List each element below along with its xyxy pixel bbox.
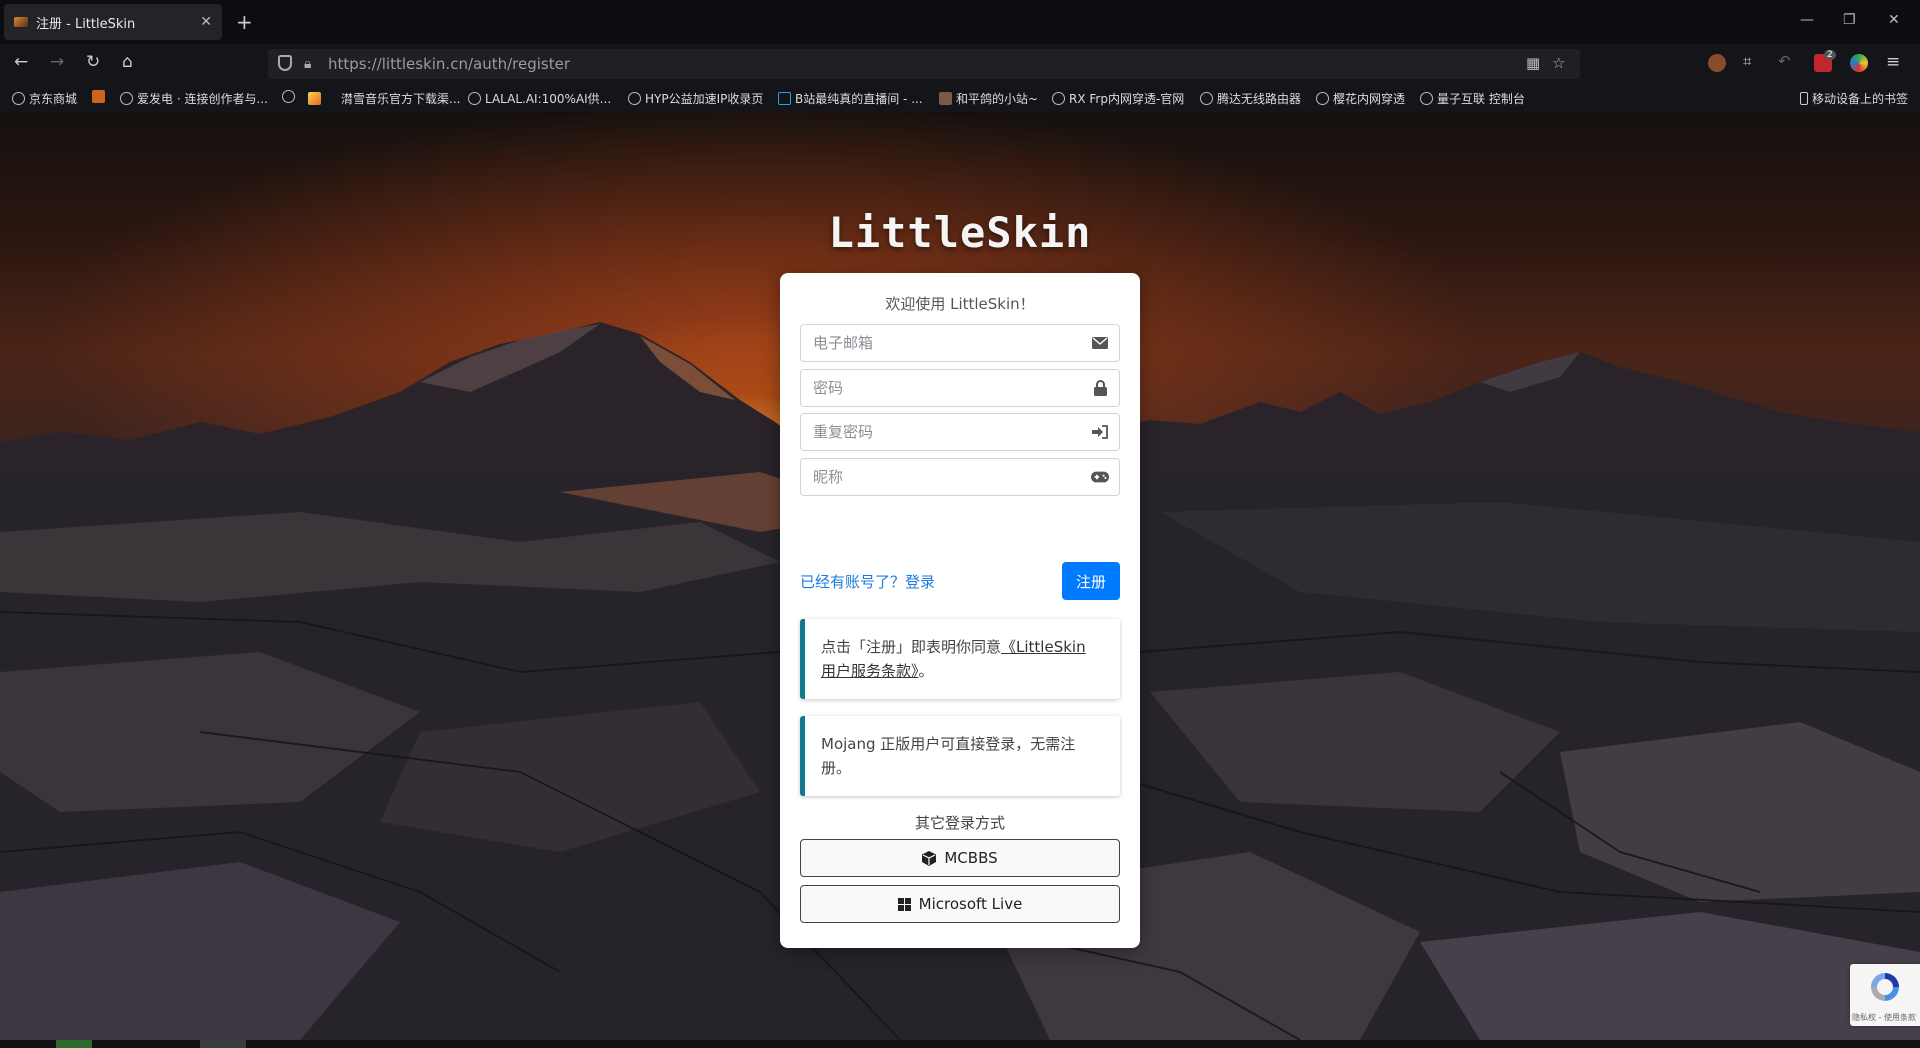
taskbar-app[interactable] [200,1040,246,1048]
recaptcha-logo-icon [1868,970,1902,1008]
mojang-notice-callout: Mojang 正版用户可直接登录，无需注册。 [800,716,1120,796]
terms-suffix: 。 [918,662,934,680]
mcbbs-label: MCBBS [944,849,998,867]
bookmark-item[interactable]: HYP公益加速IP收录页 [628,90,763,107]
home-icon[interactable]: ⌂ [122,52,133,72]
password-field[interactable] [800,369,1120,407]
image-icon [308,92,321,105]
nickname-input[interactable] [801,459,1071,495]
windows-icon [897,897,911,911]
back-icon[interactable]: ← [14,52,28,72]
confirm-password-input[interactable] [801,414,1071,450]
reload-icon[interactable]: ↻ [86,52,100,72]
os-taskbar [0,1040,1920,1048]
tab-strip: 注册 - LittleSkin ✕ + — ❐ ✕ [0,0,1920,44]
confirm-password-field[interactable] [800,413,1120,451]
taskbar-app[interactable] [56,1040,92,1048]
extension-avatar-icon[interactable] [1708,54,1726,72]
mcbbs-login-button[interactable]: MCBBS [800,839,1120,877]
other-login-title: 其它登录方式 [914,814,1005,832]
tab-active[interactable]: 注册 - LittleSkin ✕ [4,4,222,40]
password-input[interactable] [801,370,1071,406]
globe-icon [120,92,133,105]
envelope-icon [1091,334,1109,352]
mobile-bookmarks[interactable]: 移动设备上的书签 [1799,90,1908,107]
bookmark-item[interactable]: 潸雪音乐官方下载渠... [308,90,460,107]
nickname-field[interactable] [800,458,1120,496]
recaptcha-badge[interactable]: 隐私权 - 使用条款 [1850,964,1920,1026]
new-tab-button[interactable]: + [236,10,253,34]
bookmark-item[interactable]: 腾达无线路由器 [1200,90,1301,107]
login-link[interactable]: 已经有账号了？登录 [800,571,935,592]
navigation-toolbar: ← → ↻ ⌂ 🔒︎ https://littleskin.cn/auth/re… [0,44,1920,84]
lock-icon [1091,379,1109,397]
email-field[interactable] [800,324,1120,362]
globe-icon [1200,92,1213,105]
close-window-icon[interactable]: ✕ [1888,12,1900,28]
tracking-shield-icon[interactable] [278,55,292,71]
sign-in-icon [1091,423,1109,441]
bookmark-item[interactable]: 樱花内网穿透 [1316,90,1405,107]
bilibili-icon [778,92,791,105]
tab-title: 注册 - LittleSkin [36,16,136,32]
bookmark-item[interactable]: 爱发电 · 连接创作者与... [120,90,268,107]
bookmark-item[interactable] [92,90,109,103]
bookmark-item[interactable]: B站最纯真的直播间 - ... [778,90,923,107]
site-brand-title: LittleSkin [828,208,1092,257]
df-favicon-icon [92,90,105,103]
terms-callout: 点击「注册」即表明你同意《LittleSkin 用户服务条款》。 [800,619,1120,699]
undo-icon[interactable]: ↶ [1778,52,1791,70]
site-favicon-icon [14,17,28,27]
extension-badge-count: 2 [1824,50,1836,60]
bookmark-item[interactable]: LALAL.AI:100%AI供... [468,90,611,107]
color-extension-icon[interactable] [1850,54,1868,72]
globe-icon [628,92,641,105]
bookmark-item[interactable]: 量子互联 控制台 [1420,90,1525,107]
microsoft-label: Microsoft Live [918,895,1023,913]
register-button[interactable]: 注册 [1062,562,1120,600]
recaptcha-footer[interactable]: 隐私权 - 使用条款 [1852,1012,1916,1023]
bookmark-item[interactable]: RX Frp内网穿透-官网 [1052,90,1184,107]
globe-icon [1316,92,1329,105]
restore-icon[interactable]: ❐ [1843,12,1856,28]
qr-code-icon[interactable]: ▦ [1526,54,1540,72]
mojang-notice-text: Mojang 正版用户可直接登录，无需注册。 [821,735,1076,777]
crop-icon[interactable]: ⌗ [1743,52,1751,70]
welcome-message: 欢迎使用 LittleSkin！ [885,295,1035,313]
terms-text: 点击「注册」即表明你同意 [821,638,1002,656]
bookmarks-bar: 京东商城 爱发电 · 连接创作者与... 潸雪音乐官方下载渠... LALAL.… [0,84,1920,112]
image-icon [939,92,952,105]
url-text[interactable]: https://littleskin.cn/auth/register [328,55,570,73]
globe-icon [1052,92,1065,105]
close-tab-icon[interactable]: ✕ [200,14,212,30]
email-input[interactable] [801,325,1071,361]
cube-icon [922,850,937,866]
forward-icon[interactable]: → [50,52,64,72]
globe-icon [468,92,481,105]
page-viewport: LittleSkin 欢迎使用 LittleSkin！ 电子邮箱 昵称 已经有账… [0,112,1920,1040]
microsoft-login-button[interactable]: Microsoft Live [800,885,1120,923]
bookmark-star-icon[interactable]: ☆ [1552,54,1565,72]
bookmark-item[interactable]: 和平鸽的小站~ [939,90,1038,107]
phone-icon [1799,92,1808,105]
bookmark-item[interactable] [282,90,299,103]
bookmark-item[interactable]: 京东商城 [12,90,77,107]
globe-icon [282,90,295,103]
globe-icon [1420,92,1433,105]
minimize-icon[interactable]: — [1800,12,1814,28]
register-card: 欢迎使用 LittleSkin！ 已经有账号了？登录 [780,273,1140,948]
lock-icon[interactable]: 🔒︎ [304,56,311,72]
gamepad-icon [1091,468,1109,486]
menu-icon[interactable]: ≡ [1886,52,1900,72]
globe-icon [12,92,25,105]
address-bar[interactable]: 🔒︎ https://littleskin.cn/auth/register ▦… [268,49,1580,79]
